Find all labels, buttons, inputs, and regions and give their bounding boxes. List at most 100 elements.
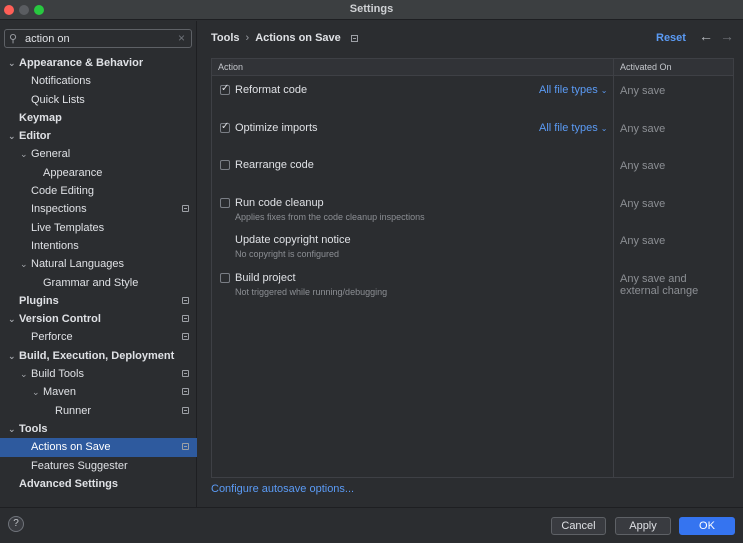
tree-item-keymap[interactable]: Keymap — [0, 109, 197, 127]
file-types-dropdown[interactable]: All file types ⌄ — [539, 122, 607, 134]
tree-item-build-tools[interactable]: ⌄ Build Tools — [0, 365, 197, 383]
project-scope-icon — [182, 205, 189, 213]
build-project-checkbox[interactable] — [220, 273, 230, 283]
activated-on-value[interactable]: Any save — [620, 235, 665, 247]
project-scope-icon — [182, 333, 189, 341]
chevron-down-icon[interactable]: ⌄ — [8, 54, 16, 72]
chevron-down-icon[interactable]: ⌄ — [8, 310, 16, 328]
row-title: Optimize imports — [235, 122, 318, 134]
search-field[interactable]: ⚲ action on × — [4, 29, 192, 48]
chevron-down-icon: ⌄ — [600, 124, 608, 133]
tree-item-appearance-behavior[interactable]: ⌄ Appearance & Behavior — [0, 54, 197, 72]
tree-item-runner[interactable]: Runner — [0, 402, 197, 420]
tree-item-label: General — [31, 148, 71, 161]
tree-item-inspections[interactable]: Inspections — [0, 200, 197, 218]
tree-item-general[interactable]: ⌄ General — [0, 145, 197, 163]
chevron-down-icon[interactable]: ⌄ — [20, 255, 28, 273]
search-icon: ⚲ — [9, 33, 18, 45]
chevron-down-icon[interactable]: ⌄ — [32, 383, 40, 401]
tree-item-quick-lists[interactable]: Quick Lists — [0, 91, 197, 109]
apply-button[interactable]: Apply — [615, 517, 671, 535]
chevron-down-icon[interactable]: ⌄ — [20, 145, 28, 163]
tree-item-appearance[interactable]: Appearance — [0, 164, 197, 182]
tree-item-label: Editor — [19, 130, 51, 143]
optimize-imports-checkbox[interactable] — [220, 121, 230, 133]
tree-item-intentions[interactable]: Intentions — [0, 237, 197, 255]
row-subtitle: No copyright is configured — [235, 249, 340, 259]
tree-item-grammar-and-style[interactable]: Grammar and Style — [0, 274, 197, 292]
row-title: Reformat code — [235, 84, 308, 96]
chevron-down-icon[interactable]: ⌄ — [8, 127, 16, 145]
tree-item-label: Intentions — [31, 239, 79, 252]
tree-item-label: Plugins — [19, 294, 59, 307]
activated-on-value[interactable]: Any save and external change — [620, 273, 710, 297]
project-scope-icon — [182, 443, 189, 451]
table-row[interactable]: Update copyright notice No copyright is … — [212, 229, 733, 263]
chevron-down-icon[interactable]: ⌄ — [8, 347, 16, 365]
breadcrumb-current: Actions on Save — [255, 32, 341, 44]
table-row[interactable]: Run code cleanup Applies fixes from the … — [212, 192, 733, 226]
search-input[interactable]: action on — [25, 33, 70, 45]
column-header-activated-on: Activated On — [620, 62, 672, 72]
reset-button[interactable]: Reset — [656, 32, 686, 44]
tree-item-maven[interactable]: ⌄ Maven — [0, 383, 197, 401]
activated-on-value[interactable]: Any save — [620, 160, 665, 172]
chevron-down-icon[interactable]: ⌄ — [20, 365, 28, 383]
chevron-down-icon: ⌄ — [600, 86, 608, 95]
chevron-down-icon[interactable]: ⌄ — [8, 420, 16, 438]
tree-item-actions-on-save[interactable]: Actions on Save — [0, 438, 197, 457]
cancel-button[interactable]: Cancel — [551, 517, 606, 535]
table-row[interactable]: Rearrange code Any save — [212, 154, 733, 188]
tree-item-notifications[interactable]: Notifications — [0, 72, 197, 90]
configure-autosave-link[interactable]: Configure autosave options... — [211, 483, 354, 495]
forward-arrow-icon[interactable]: → — [720, 28, 734, 44]
table-row[interactable]: Build project Not triggered while runnin… — [212, 267, 733, 307]
tree-item-features-suggester[interactable]: Features Suggester — [0, 457, 197, 475]
tree-item-label: Actions on Save — [31, 441, 111, 454]
tree-item-label: Runner — [55, 404, 92, 417]
activated-on-value[interactable]: Any save — [620, 123, 665, 135]
dialog-footer: Cancel Apply OK — [0, 507, 743, 543]
activated-on-value[interactable]: Any save — [620, 85, 665, 97]
window-title: Settings — [349, 3, 394, 15]
tree-item-tools[interactable]: ⌄ Tools — [0, 420, 197, 438]
row-title: Update copyright notice — [235, 234, 351, 246]
breadcrumb-parent[interactable]: Tools — [211, 32, 240, 44]
back-arrow-icon[interactable]: ← — [699, 28, 713, 44]
breadcrumb: Tools › Actions on Save — [211, 32, 358, 44]
file-types-dropdown[interactable]: All file types ⌄ — [539, 84, 607, 96]
tree-item-label: Appearance & Behavior — [19, 57, 144, 69]
breadcrumb-separator-icon: › — [245, 32, 250, 44]
tree-item-label: Features Suggester — [31, 459, 128, 472]
ok-button[interactable]: OK — [679, 517, 735, 535]
tree-item-perforce[interactable]: Perforce — [0, 328, 197, 346]
tree-item-version-control[interactable]: ⌄ Version Control — [0, 310, 197, 328]
tree-item-code-editing[interactable]: Code Editing — [0, 182, 197, 200]
tree-item-label: Advanced Settings — [19, 477, 119, 490]
table-row[interactable]: Optimize imports All file types⌄ Any sav… — [212, 117, 733, 151]
help-icon[interactable]: ? — [8, 516, 24, 532]
tree-item-build-execution-deployment[interactable]: ⌄ Build, Execution, Deployment — [0, 347, 197, 365]
table-row[interactable]: Reformat code All file types⌄ Any save — [212, 79, 733, 113]
tree-item-editor[interactable]: ⌄ Editor — [0, 127, 197, 145]
title-bar: Settings — [0, 0, 743, 20]
actions-table: Action Activated On Reformat code All fi… — [211, 58, 734, 478]
rearrange-code-checkbox[interactable] — [220, 160, 230, 170]
row-title: Rearrange code — [235, 159, 314, 171]
tree-item-live-templates[interactable]: Live Templates — [0, 219, 197, 237]
tree-item-label: Live Templates — [31, 221, 105, 234]
tree-item-label: Keymap — [19, 111, 62, 124]
settings-tree: ⌄ Appearance & Behavior Notifications Qui… — [0, 54, 197, 493]
clear-search-icon[interactable]: × — [178, 31, 185, 45]
tree-item-natural-languages[interactable]: ⌄ Natural Languages — [0, 255, 197, 273]
project-scope-icon — [182, 370, 189, 378]
reformat-code-checkbox[interactable] — [220, 83, 230, 95]
row-title: Build project — [235, 272, 296, 284]
run-code-cleanup-checkbox[interactable] — [220, 198, 230, 208]
tree-item-label: Perforce — [31, 331, 73, 344]
tree-item-label: Maven — [43, 386, 77, 399]
activated-on-value[interactable]: Any save — [620, 198, 665, 210]
row-subtitle: Not triggered while running/debugging — [235, 287, 388, 297]
tree-item-advanced-settings[interactable]: Advanced Settings — [0, 475, 197, 493]
tree-item-plugins[interactable]: Plugins — [0, 292, 197, 310]
